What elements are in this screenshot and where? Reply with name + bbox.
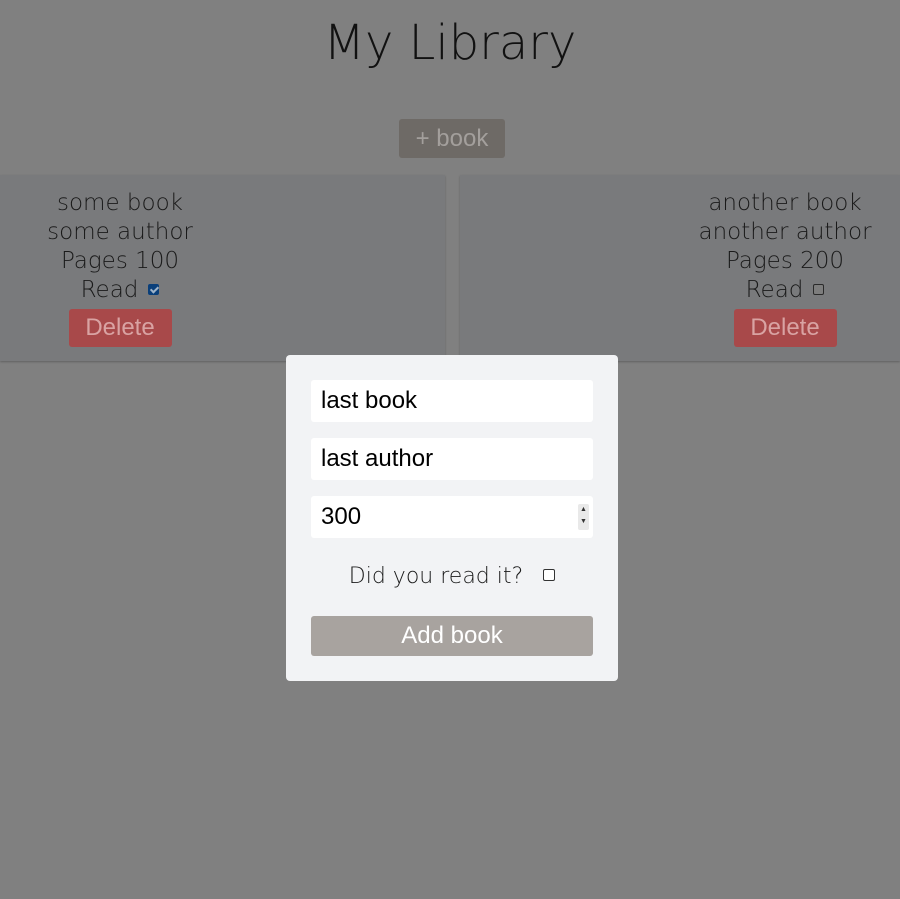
book-card-content: another book another author Pages 200 Re… (665, 189, 900, 347)
book-author: another author (698, 219, 872, 245)
page-title: My Library (323, 15, 577, 71)
book-pages: Pages 200 (725, 248, 845, 274)
title-input[interactable]: last book (311, 380, 593, 422)
read-checkbox[interactable] (543, 569, 556, 581)
book-card: another book another author Pages 200 Re… (460, 175, 900, 361)
author-input[interactable]: last author (311, 438, 593, 480)
delete-book-button[interactable]: Delete (68, 309, 172, 347)
page: { "header": { "title": "My Library", "ad… (0, 0, 900, 899)
read-question-label: Did you read it? (348, 564, 524, 589)
read-question-row: Did you read it? (286, 558, 618, 596)
book-read-row: Read (0, 276, 240, 305)
book-pages: Pages 100 (60, 248, 180, 274)
book-title: some book (57, 190, 183, 216)
pages-input-value: 300 (321, 503, 362, 530)
book-read-checkbox[interactable] (148, 284, 160, 295)
book-read-checkbox[interactable] (813, 284, 825, 295)
book-read-label: Read (745, 277, 804, 303)
add-book-modal: last book last author 300 ▲ ▼ Did you rea… (286, 355, 618, 681)
book-read-label: Read (80, 277, 139, 303)
delete-book-button[interactable]: Delete (733, 309, 837, 347)
book-read-row: Read (665, 276, 900, 305)
number-spinner-icon[interactable]: ▲ ▼ (578, 504, 589, 530)
book-title: another book (708, 190, 862, 216)
add-book-submit-button[interactable]: Add book (311, 616, 593, 656)
book-card: some book some author Pages 100 Read Del… (0, 175, 445, 361)
open-add-book-button[interactable]: + book (399, 119, 505, 158)
book-card-content: some book some author Pages 100 Read Del… (0, 189, 240, 347)
book-author: some author (47, 219, 193, 245)
pages-input[interactable]: 300 ▲ ▼ (311, 496, 593, 538)
